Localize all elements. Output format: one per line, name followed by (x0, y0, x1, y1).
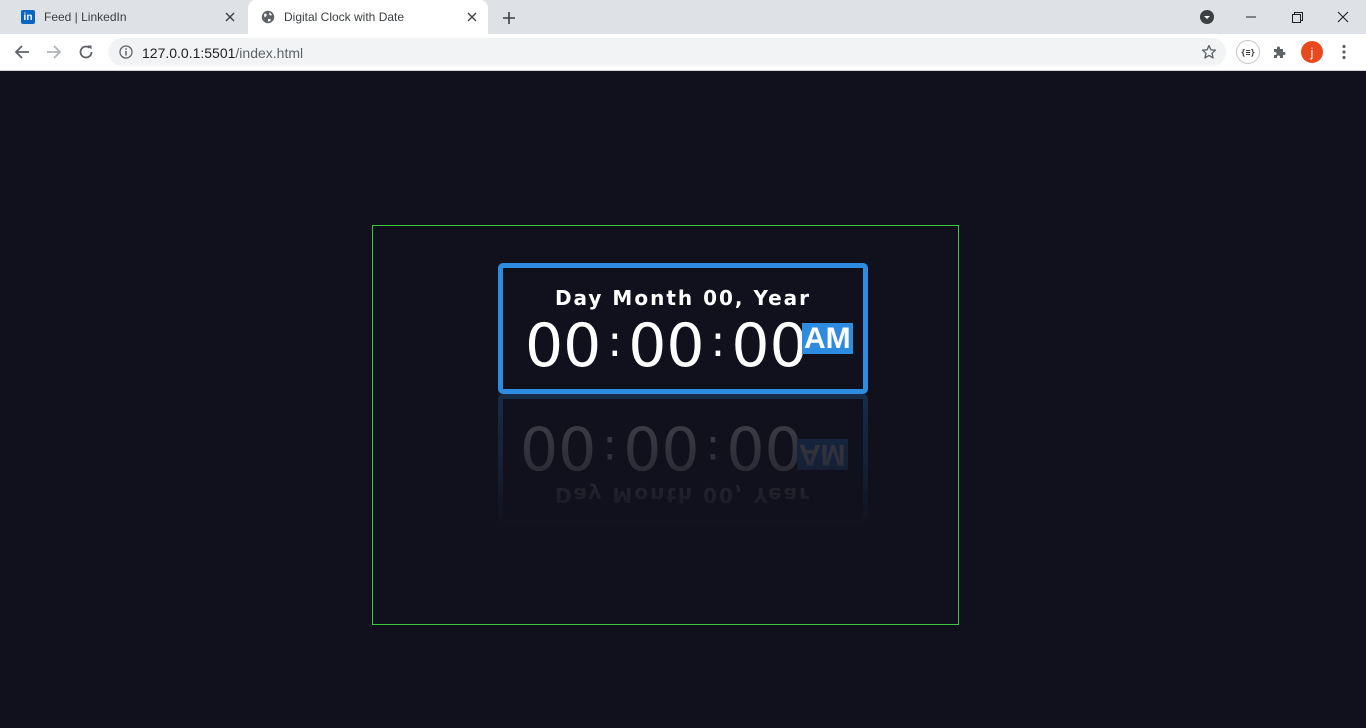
forward-button[interactable] (41, 39, 67, 65)
bookmark-star-icon[interactable] (1200, 43, 1218, 61)
avatar: j (1301, 41, 1323, 63)
clock-seconds: 00 (731, 311, 808, 381)
clock-minutes: 00 (628, 311, 705, 381)
globe-icon (260, 9, 276, 25)
extensions-puzzle-icon[interactable] (1268, 40, 1292, 64)
tab-linkedin[interactable]: in Feed | LinkedIn (8, 0, 246, 34)
reload-icon (79, 45, 93, 59)
url-text[interactable]: 127.0.0.1:5501/index.html (142, 45, 303, 61)
minimize-button[interactable] (1228, 0, 1274, 34)
plus-icon (503, 12, 515, 24)
browser-menu-button[interactable] (1332, 40, 1356, 64)
window-close-button[interactable] (1320, 0, 1366, 34)
profile-avatar-button[interactable]: j (1300, 40, 1324, 64)
arrow-left-icon (14, 45, 29, 59)
arrow-right-icon (47, 45, 62, 59)
tab-digital-clock[interactable]: Digital Clock with Date (248, 0, 488, 34)
linkedin-icon: in (20, 9, 36, 25)
reflection-fade-overlay (498, 394, 868, 525)
url-host: 127.0.0.1:5501 (142, 45, 236, 61)
clock-period-badge: AM (802, 322, 853, 355)
browser-toolbar: 127.0.0.1:5501/index.html {≡} j (0, 34, 1366, 71)
restore-icon (1291, 11, 1303, 23)
restore-button[interactable] (1274, 0, 1320, 34)
minimize-icon (1246, 16, 1256, 18)
chevron-down-icon (1200, 10, 1214, 24)
kebab-menu-icon (1342, 44, 1346, 60)
url-path: /index.html (235, 45, 304, 61)
info-icon[interactable] (118, 44, 134, 60)
clock-time: 00 : 00 : 00 (525, 315, 808, 377)
reload-button[interactable] (73, 39, 99, 65)
clock-reflection: Day Month 00, Year 00 : 00 : 00 AM (498, 394, 868, 525)
digital-clock: Day Month 00, Year 00 : 00 : 00 AM (498, 263, 868, 394)
tab-title: Feed | LinkedIn (44, 10, 127, 24)
clock-separator: : (710, 316, 726, 367)
clock-separator: : (607, 316, 623, 367)
new-tab-button[interactable] (498, 7, 520, 29)
back-button[interactable] (9, 39, 35, 65)
tab-search-button[interactable] (1197, 7, 1217, 27)
browser-tab-strip: in Feed | LinkedIn Digital Clock with Da… (0, 0, 1366, 34)
clock-hours: 00 (525, 311, 602, 381)
json-viewer-extension-icon[interactable]: {≡} (1236, 40, 1260, 64)
close-icon[interactable] (220, 7, 240, 27)
address-bar[interactable]: 127.0.0.1:5501/index.html (108, 38, 1226, 66)
tab-title: Digital Clock with Date (284, 10, 405, 24)
clock-date: Day Month 00, Year (554, 286, 812, 310)
close-icon[interactable] (462, 7, 482, 27)
close-icon (1337, 11, 1349, 23)
